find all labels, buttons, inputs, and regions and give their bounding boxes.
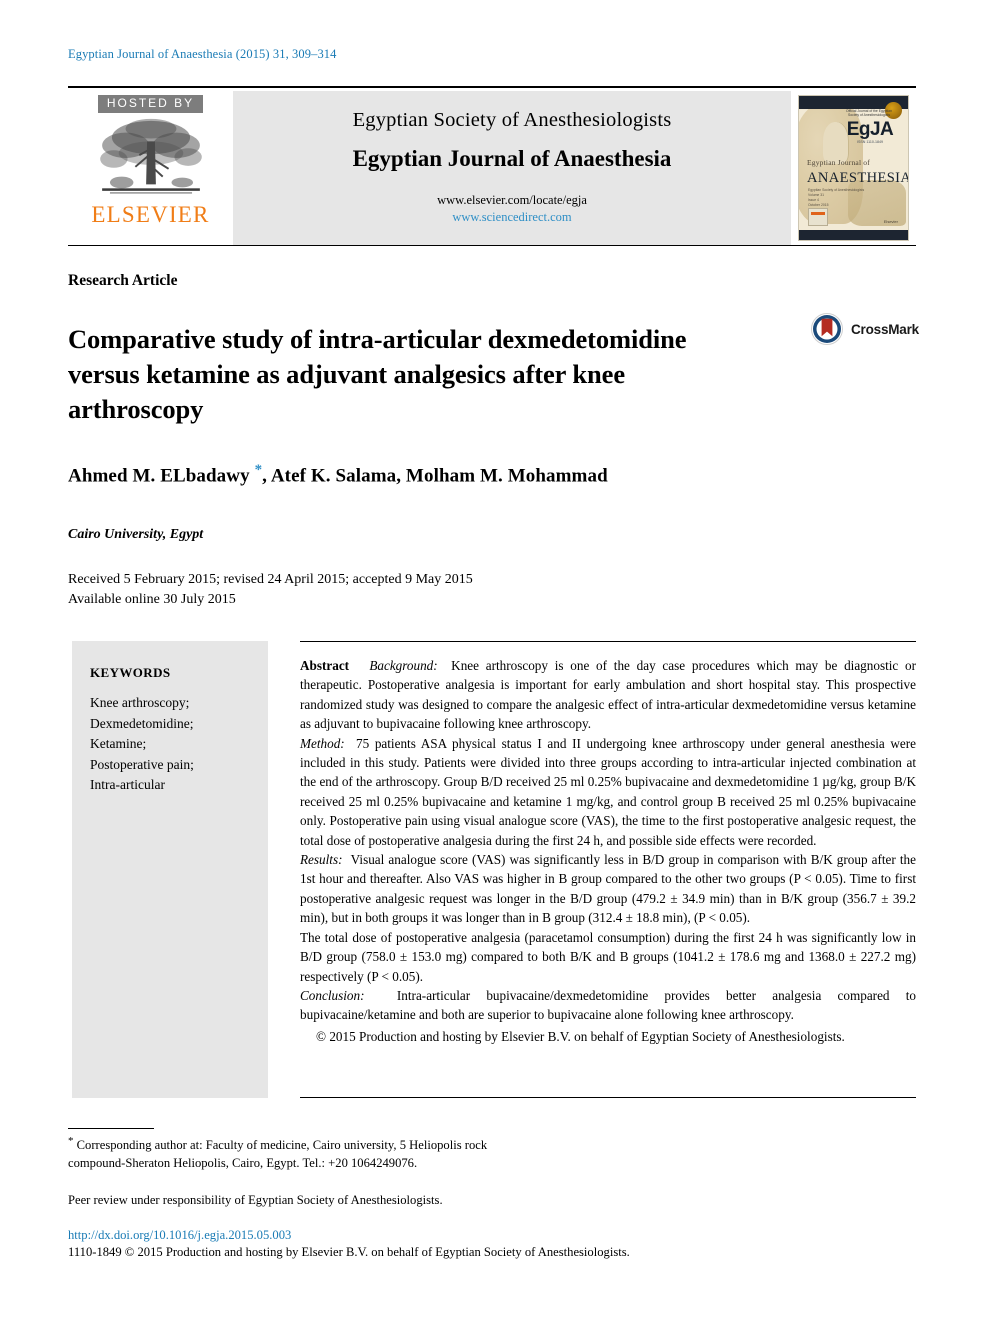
abstract-results-paragraph-2: The total dose of postoperative analgesi… <box>300 929 916 984</box>
history-received: Received 5 February 2015; revised 24 Apr… <box>68 572 473 587</box>
footnote-star-marker: * <box>68 1135 74 1147</box>
cover-journal-title-main: ANAESTHESIA <box>807 170 909 186</box>
sciencedirect-url[interactable]: www.sciencedirect.com <box>452 209 571 226</box>
abstract-background-paragraph: Abstract Background: Knee arthroscopy is… <box>300 656 916 734</box>
issn-copyright-line: 1110-1849 © 2015 Production and hosting … <box>68 1245 630 1259</box>
abstract-panel: Abstract Background: Knee arthroscopy is… <box>300 641 916 1098</box>
hosted-by-badge: HOSTED BY <box>97 95 204 114</box>
cover-journal-title-line: Egyptian Journal of <box>807 158 870 167</box>
abstract-results-label: Results: <box>300 852 343 868</box>
author-others: , Atef K. Salama, Molham M. Mohammad <box>262 465 608 487</box>
keyword-item: Dexmedetomidine; <box>90 715 194 731</box>
cover-egja-logo: EgJA <box>846 119 894 140</box>
corresponding-author-text: Corresponding author at: Faculty of medi… <box>68 1138 488 1171</box>
abstract-copyright: © 2015 Production and hosting by Elsevie… <box>316 1028 845 1044</box>
publisher-url[interactable]: www.elsevier.com/locate/egja <box>437 192 587 209</box>
abstract-body: Abstract Background: Knee arthroscopy is… <box>300 656 916 1046</box>
keyword-item: Ketamine; <box>90 736 147 752</box>
journal-header-band: HOSTED BY ELSEVIER Egyptian Society of A… <box>68 86 916 246</box>
society-name: Egyptian Society of Anesthesiologists <box>352 108 672 131</box>
cover-official-line: Official Journal of the Egyptian Society… <box>846 109 892 118</box>
journal-name: Egyptian Journal of Anaesthesia <box>352 145 672 171</box>
abstract-conclusion-label: Conclusion: <box>300 987 365 1003</box>
abstract-background-label: Background: <box>369 658 438 673</box>
elsevier-wordmark: ELSEVIER <box>91 202 210 228</box>
keywords-panel: KEYWORDS Knee arthroscopy; Dexmedetomidi… <box>72 641 268 1098</box>
journal-cover-image: Official Journal of the Egyptian Society… <box>798 95 909 241</box>
keyword-item: Intra-articular <box>90 777 165 793</box>
journal-title-block: Egyptian Society of Anesthesiologists Eg… <box>233 91 791 245</box>
doi-link[interactable]: http://dx.doi.org/10.1016/j.egja.2015.05… <box>68 1228 291 1243</box>
keyword-item: Postoperative pain; <box>90 756 194 772</box>
abstract-conclusion-text: Intra-articular bupivacaine/dexmedetomid… <box>300 987 916 1023</box>
keyword-item: Knee arthroscopy; <box>90 695 190 710</box>
elsevier-tree-icon <box>92 116 210 202</box>
article-page: Egyptian Journal of Anaesthesia (2015) 3… <box>0 0 992 1323</box>
keywords-heading: KEYWORDS <box>90 665 171 680</box>
crossmark-icon <box>811 313 843 345</box>
crossmark-label: CrossMark <box>851 321 919 337</box>
article-history: Received 5 February 2015; revised 24 Apr… <box>68 570 473 610</box>
abstract-conclusion-paragraph: Conclusion: Intra-articular bupivacaine/… <box>300 986 916 1025</box>
author-list: Ahmed M. ELbadawy *, Atef K. Salama, Mol… <box>68 462 608 487</box>
cover-meta-lines: Egyptian Society of Anesthesiologists Vo… <box>808 188 865 208</box>
history-available-online: Available online 30 July 2015 <box>68 591 236 607</box>
footnote-rule <box>68 1128 154 1129</box>
author-primary: Ahmed M. ELbadawy <box>68 465 255 487</box>
abstract-results-text: Visual analogue score (VAS) was signific… <box>300 852 916 926</box>
affiliation: Cairo University, Egypt <box>68 527 204 542</box>
corresponding-author-footnote: * Corresponding author at: Faculty of me… <box>68 1134 488 1173</box>
abstract-label: Abstract <box>300 658 350 673</box>
abstract-method-paragraph: Method: 75 patients ASA physical status … <box>300 734 916 850</box>
cover-publisher-mini: Elsevier <box>883 219 898 224</box>
cover-egja-sub: ISSN 1110-1849 <box>856 140 884 144</box>
article-type-label: Research Article <box>68 272 178 289</box>
abstract-method-text: 75 patients ASA physical status I and II… <box>300 735 916 848</box>
elsevier-logo-block: HOSTED BY ELSEVIER <box>68 91 233 245</box>
abstract-results-paragraph: Results: Visual analogue score (VAS) was… <box>300 850 916 928</box>
abstract-method-label: Method: <box>300 735 345 751</box>
keywords-list: Knee arthroscopy; Dexmedetomidine; Ketam… <box>90 693 194 796</box>
crossmark-badge[interactable]: CrossMark <box>810 312 919 346</box>
peer-review-footnote: Peer review under responsibility of Egyp… <box>68 1193 443 1207</box>
cover-elsevier-badge-icon <box>808 208 828 226</box>
article-title: Comparative study of intra-articular dex… <box>68 323 687 425</box>
running-head: Egyptian Journal of Anaesthesia (2015) 3… <box>68 47 337 61</box>
journal-cover-block: Official Journal of the Egyptian Society… <box>791 91 916 245</box>
